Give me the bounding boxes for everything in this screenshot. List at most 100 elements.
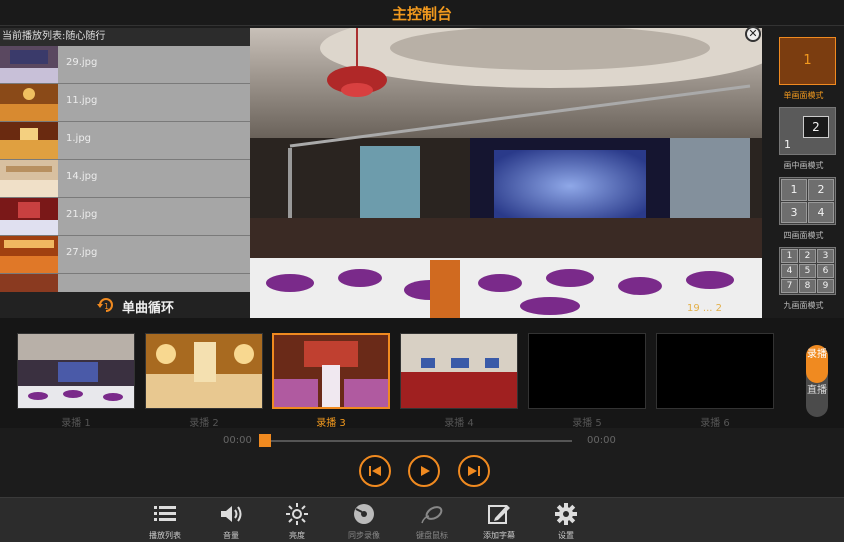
gear-icon (555, 503, 577, 525)
channel-thumbnail-6[interactable] (656, 333, 774, 409)
mode-cell: 2 (799, 249, 816, 263)
previous-button[interactable] (359, 455, 391, 487)
channel-label: 录播 5 (572, 418, 602, 429)
tool-label: 键盘鼠标 (416, 531, 448, 540)
channel-thumbnail-3[interactable] (272, 333, 390, 409)
channel-label: 录播 3 (316, 418, 346, 429)
playlist-item[interactable]: 14.jpg (0, 160, 250, 198)
mode-cell: 7 (781, 279, 798, 293)
mode-cell: 3 (817, 249, 834, 263)
volume-tool-button[interactable]: 音量 (204, 501, 258, 541)
playlist-item[interactable]: 29.jpg (0, 46, 250, 84)
wedding-hall-image (250, 28, 762, 318)
mode-pip-button[interactable]: 1 2 (779, 107, 836, 155)
playlist-item[interactable]: 27.jpg (0, 236, 250, 274)
mode-label: 画中画模式 (783, 161, 824, 170)
mode-cell: 2 (803, 116, 829, 138)
loop-mode-label: 单曲循环 (122, 301, 175, 316)
tool-label: 亮度 (289, 531, 305, 540)
bottom-toolbar: 播放列表 音量 亮度 同步录像 键盘鼠标 添加字幕 设置 (0, 497, 844, 542)
channel-preview-image (274, 335, 388, 407)
photo-timestamp: 19 ... 2 (687, 303, 722, 314)
playlist-item-name: 1.jpg (66, 133, 92, 144)
disc-icon (354, 504, 374, 524)
app-window: 主控制台 当前播放列表:随心随行 29.jpg 11.jpg 1.jpg 14.… (0, 0, 844, 542)
mode-nine-button[interactable]: 1 2 3 4 5 6 7 8 9 (779, 247, 836, 295)
channel-preview-image (401, 334, 517, 408)
thumbnail-image (0, 122, 58, 159)
playlist-panel: 当前播放列表:随心随行 29.jpg 11.jpg 1.jpg 14.jpg 2… (0, 28, 250, 318)
title-bar: 主控制台 (0, 0, 844, 26)
channel-thumbnail-4[interactable] (400, 333, 518, 409)
add-subtitle-tool-button[interactable]: 添加字幕 (472, 501, 526, 541)
mode-cell: 4 (808, 202, 834, 223)
thumbnail-image (0, 84, 58, 121)
toggle-record-option[interactable]: 录播 (806, 345, 828, 383)
thumbnail-image (0, 198, 58, 235)
mode-cell: 3 (781, 202, 807, 223)
mode-label: 四画面模式 (783, 231, 824, 240)
keyboard-mouse-tool-button[interactable]: 键盘鼠标 (405, 501, 459, 541)
next-button[interactable] (458, 455, 490, 487)
thumbnail-image (0, 236, 58, 273)
toggle-live-option[interactable]: 直播 (806, 385, 828, 397)
app-title: 主控制台 (391, 5, 452, 23)
mouse-icon (421, 506, 443, 524)
settings-tool-button[interactable]: 设置 (539, 501, 593, 541)
skip-forward-icon (468, 466, 480, 476)
channel-label: 录播 2 (189, 418, 219, 429)
main-preview[interactable] (250, 28, 762, 318)
playlist-item-name: 14.jpg (66, 171, 98, 182)
mode-cell: 6 (817, 264, 834, 278)
channel-label: 录播 6 (700, 418, 730, 429)
loop-mode-button[interactable]: 1 单曲循环 (0, 292, 250, 318)
playlist-item[interactable]: 21.jpg (0, 198, 250, 236)
tool-label: 设置 (558, 531, 574, 540)
thumbnail-image (0, 160, 58, 197)
mode-label: 单画面模式 (783, 91, 824, 100)
playlist-item-name: 11.jpg (66, 95, 98, 106)
volume-icon (221, 506, 242, 522)
mode-cell: 2 (808, 179, 834, 201)
total-time: 00:00 (587, 435, 616, 446)
current-time: 00:00 (223, 435, 252, 446)
mode-cell: 8 (799, 279, 816, 293)
channel-label: 录播 4 (444, 418, 474, 429)
tool-label: 播放列表 (149, 531, 181, 540)
channel-thumbnail-5[interactable] (528, 333, 646, 409)
mode-cell: 5 (799, 264, 816, 278)
progress-track[interactable] (266, 440, 572, 442)
close-icon[interactable]: ✕ (745, 26, 761, 42)
mode-quad-button[interactable]: 1 2 3 4 (779, 177, 836, 225)
playlist-item-name: 21.jpg (66, 209, 98, 220)
channel-thumbnail-2[interactable] (145, 333, 263, 409)
tool-label: 音量 (223, 531, 239, 540)
svg-text:1: 1 (104, 302, 109, 311)
play-button[interactable] (408, 455, 440, 487)
brightness-tool-button[interactable]: 亮度 (270, 501, 324, 541)
list-icon (154, 506, 176, 521)
mode-cell: 1 (781, 179, 807, 201)
channel-label: 录播 1 (61, 418, 91, 429)
mode-cell: 9 (817, 279, 834, 293)
playlist-item-name: 29.jpg (66, 57, 98, 68)
sync-record-tool-button[interactable]: 同步录像 (337, 501, 391, 541)
progress-handle[interactable] (259, 434, 271, 447)
tool-label: 添加字幕 (483, 531, 515, 540)
playlist-item-name: 27.jpg (66, 247, 98, 258)
channel-thumbnail-1[interactable] (17, 333, 135, 409)
playlist-tool-button[interactable]: 播放列表 (138, 501, 192, 541)
mode-single-button[interactable]: 1 (779, 37, 836, 85)
layout-mode-panel: 1 单画面模式 1 2 画中画模式 1 2 3 4 四画面模式 1 2 3 4 … (763, 28, 844, 318)
mode-label: 九画面模式 (783, 301, 824, 310)
edit-icon (488, 505, 510, 524)
record-live-toggle[interactable]: 录播 直播 (806, 345, 828, 417)
playlist-item[interactable]: 11.jpg (0, 84, 250, 122)
loop-once-icon: 1 (97, 298, 113, 312)
playlist-item[interactable]: 1.jpg (0, 122, 250, 160)
mode-cell: 1 (781, 249, 798, 263)
channel-preview-image (146, 334, 262, 408)
channel-preview-image (18, 334, 134, 408)
thumbnail-image (0, 46, 58, 83)
channel-strip: 录播 1 录播 2 录播 3 录播 4 录播 5 录播 6 (0, 318, 844, 429)
